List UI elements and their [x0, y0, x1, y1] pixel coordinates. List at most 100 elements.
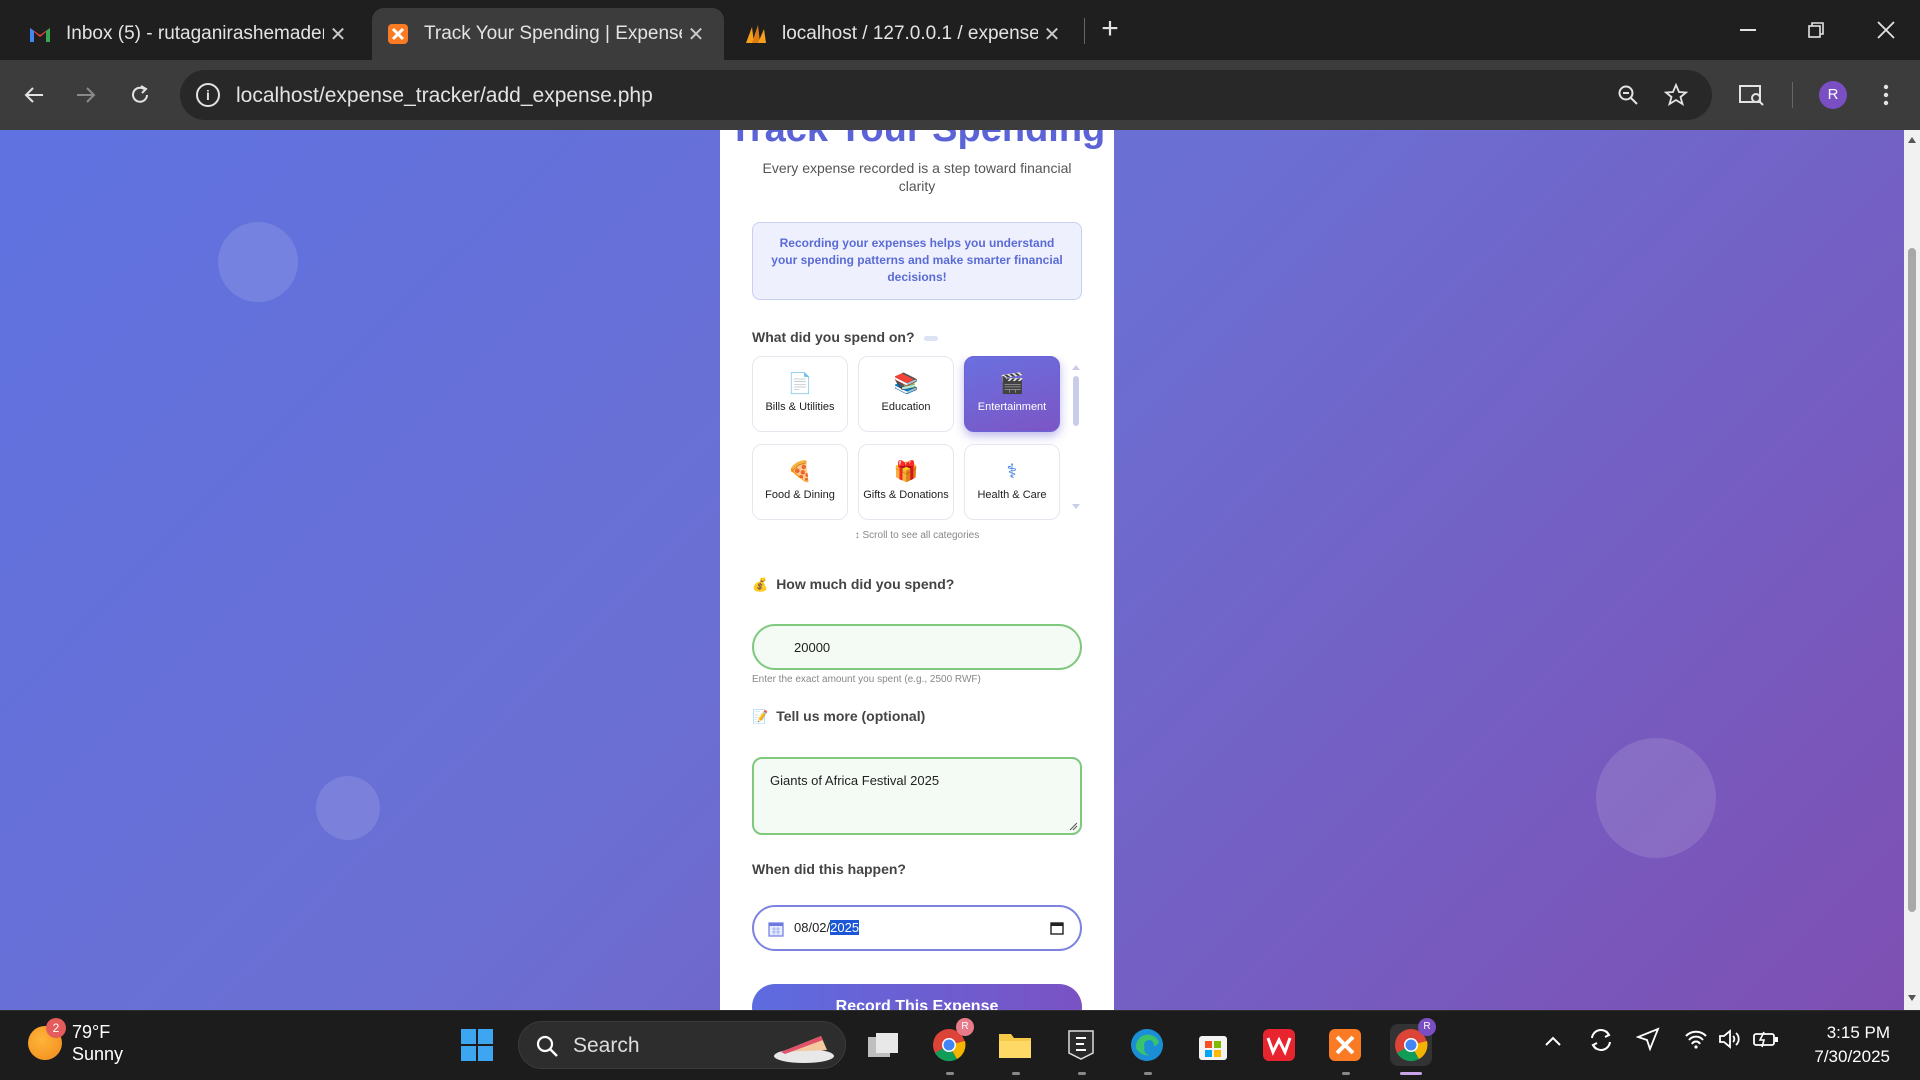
cake-icon — [774, 1036, 834, 1063]
tab-gmail[interactable]: Inbox (5) - rutaganirashemaden ✕ — [14, 8, 366, 60]
toolbar-divider — [1792, 82, 1793, 108]
chrome-active-icon[interactable]: R — [1390, 1018, 1436, 1066]
amount-input[interactable]: 20000 — [752, 624, 1082, 670]
category-education[interactable]: 📚 Education — [858, 356, 954, 432]
pizza-icon: 🍕 — [787, 461, 813, 483]
wps-office-icon[interactable] — [1258, 1024, 1300, 1066]
reload-icon[interactable] — [120, 75, 160, 115]
date-picker-icon[interactable] — [1050, 921, 1064, 935]
temperature: 79°F — [72, 1022, 111, 1042]
description-textarea[interactable]: Giants of Africa Festival 2025 — [752, 757, 1082, 835]
category-bills-utilities[interactable]: 📄 Bills & Utilities — [752, 356, 848, 432]
chrome-icon[interactable]: R — [928, 1018, 974, 1066]
expense-form-card: Track Your Spending Every expense record… — [720, 130, 1114, 1010]
category-label: Education — [881, 401, 931, 413]
tab-expense-tracker[interactable]: Track Your Spending | Expense T ✕ — [372, 8, 724, 60]
zoom-icon[interactable] — [1610, 77, 1646, 113]
category-label: Gifts & Donations — [863, 489, 949, 501]
running-indicator — [1144, 1072, 1152, 1075]
date-label: When did this happen? — [752, 861, 906, 877]
epic-games-icon[interactable] — [1060, 1024, 1102, 1066]
weather-widget[interactable]: 2 79°F Sunny — [28, 1018, 124, 1065]
system-clock[interactable]: 3:15 PM 7/30/2025 — [1800, 1021, 1890, 1069]
category-health-care[interactable]: ⚕ Health & Care — [964, 444, 1060, 520]
windows-start-icon[interactable] — [456, 1024, 498, 1066]
search-placeholder: Search — [573, 1034, 640, 1057]
running-indicator — [1012, 1072, 1020, 1075]
page-subtitle: Every expense recorded is a step toward … — [762, 160, 1072, 194]
search-icon — [536, 1035, 558, 1057]
label-decoration — [924, 335, 939, 341]
scroll-up-icon[interactable] — [1907, 136, 1917, 144]
bookmark-star-icon[interactable] — [1658, 77, 1694, 113]
category-food-dining[interactable]: 🍕 Food & Dining — [752, 444, 848, 520]
page-scrollbar[interactable] — [1904, 130, 1920, 1010]
tab-separator — [1084, 18, 1085, 44]
edge-icon[interactable] — [1126, 1024, 1168, 1066]
windows-taskbar: 2 79°F Sunny Search R R 3:15 PM 7/30/202… — [0, 1010, 1920, 1080]
close-icon[interactable]: ✕ — [324, 22, 352, 47]
close-window-icon[interactable] — [1864, 12, 1908, 48]
page-viewport: Track Your Spending Every expense record… — [0, 130, 1904, 1010]
file-explorer-icon[interactable] — [994, 1024, 1036, 1066]
close-icon[interactable]: ✕ — [682, 22, 710, 47]
new-tab-button[interactable]: + — [1095, 14, 1125, 48]
amount-label-text: How much did you spend? — [776, 576, 955, 592]
close-icon[interactable]: ✕ — [1038, 22, 1066, 47]
minimize-icon[interactable] — [1726, 12, 1770, 48]
decorative-bubble — [1596, 738, 1716, 858]
profile-avatar[interactable]: R — [1819, 81, 1847, 109]
category-label: Bills & Utilities — [765, 401, 835, 413]
category-gifts-donations[interactable]: 🎁 Gifts & Donations — [858, 444, 954, 520]
description-label-text: Tell us more (optional) — [776, 708, 926, 724]
scroll-down-icon[interactable] — [1907, 994, 1917, 1002]
weather-condition: Sunny — [72, 1044, 124, 1064]
memo-icon: 📝 — [752, 709, 769, 724]
address-bar[interactable]: i localhost/expense_tracker/add_expense.… — [180, 70, 1712, 120]
url-text: localhost/expense_tracker/add_expense.ph… — [236, 84, 653, 107]
battery-icon[interactable] — [1752, 1029, 1780, 1054]
volume-icon[interactable] — [1718, 1029, 1742, 1054]
page-title: Track Your Spending — [720, 130, 1114, 151]
gmail-icon — [28, 22, 52, 46]
browser-toolbar: i localhost/expense_tracker/add_expense.… — [0, 60, 1920, 130]
caduceus-icon: ⚕ — [1006, 461, 1018, 483]
category-scrollbar[interactable] — [1070, 362, 1082, 512]
resize-handle-icon[interactable] — [1068, 821, 1078, 831]
category-entertainment[interactable]: 🎬 Entertainment — [964, 356, 1060, 432]
task-view-icon[interactable] — [862, 1024, 904, 1066]
tab-phpmyadmin[interactable]: localhost / 127.0.0.1 / expense_t ✕ — [730, 8, 1080, 60]
forward-icon[interactable] — [66, 75, 106, 115]
clapperboard-icon: 🎬 — [999, 373, 1025, 395]
site-info-icon[interactable]: i — [196, 83, 220, 107]
category-grid: 📄 Bills & Utilities 📚 Education 🎬 Entert… — [752, 356, 1082, 520]
xampp-taskbar-icon[interactable] — [1324, 1024, 1366, 1066]
category-label: Health & Care — [977, 489, 1047, 501]
record-expense-button[interactable]: Record This Expense — [752, 984, 1082, 1010]
taskbar-search[interactable]: Search — [518, 1021, 846, 1069]
restore-icon[interactable] — [1794, 12, 1838, 48]
amount-value: 20000 — [794, 640, 831, 655]
sync-icon[interactable] — [1588, 1027, 1614, 1058]
location-icon[interactable] — [1635, 1027, 1660, 1056]
amount-help-text: Enter the exact amount you spent (e.g., … — [752, 674, 981, 685]
notification-badge: 2 — [46, 1018, 66, 1038]
profile-badge: R — [1418, 1018, 1436, 1036]
tab-label: Track Your Spending | Expense T — [424, 23, 682, 44]
running-indicator — [1342, 1072, 1350, 1075]
back-icon[interactable] — [14, 75, 54, 115]
chevron-up-icon[interactable] — [1544, 1031, 1562, 1052]
scrollbar-thumb[interactable] — [1908, 248, 1916, 912]
scroll-hint: ↕ Scroll to see all categories — [854, 530, 980, 541]
microsoft-store-icon[interactable] — [1192, 1024, 1234, 1066]
running-indicator — [946, 1072, 954, 1075]
date-input[interactable]: 08/02/2025 — [752, 905, 1082, 951]
more-menu-icon[interactable] — [1868, 77, 1904, 113]
tab-search-icon[interactable] — [1734, 77, 1770, 113]
tab-label: localhost / 127.0.0.1 / expense_t — [782, 23, 1038, 44]
date-value: 08/02/2025 — [794, 920, 860, 935]
decorative-bubble — [316, 776, 380, 840]
wifi-icon[interactable] — [1684, 1029, 1708, 1054]
running-indicator — [1078, 1072, 1086, 1075]
money-bag-icon: 💰 — [752, 577, 769, 592]
